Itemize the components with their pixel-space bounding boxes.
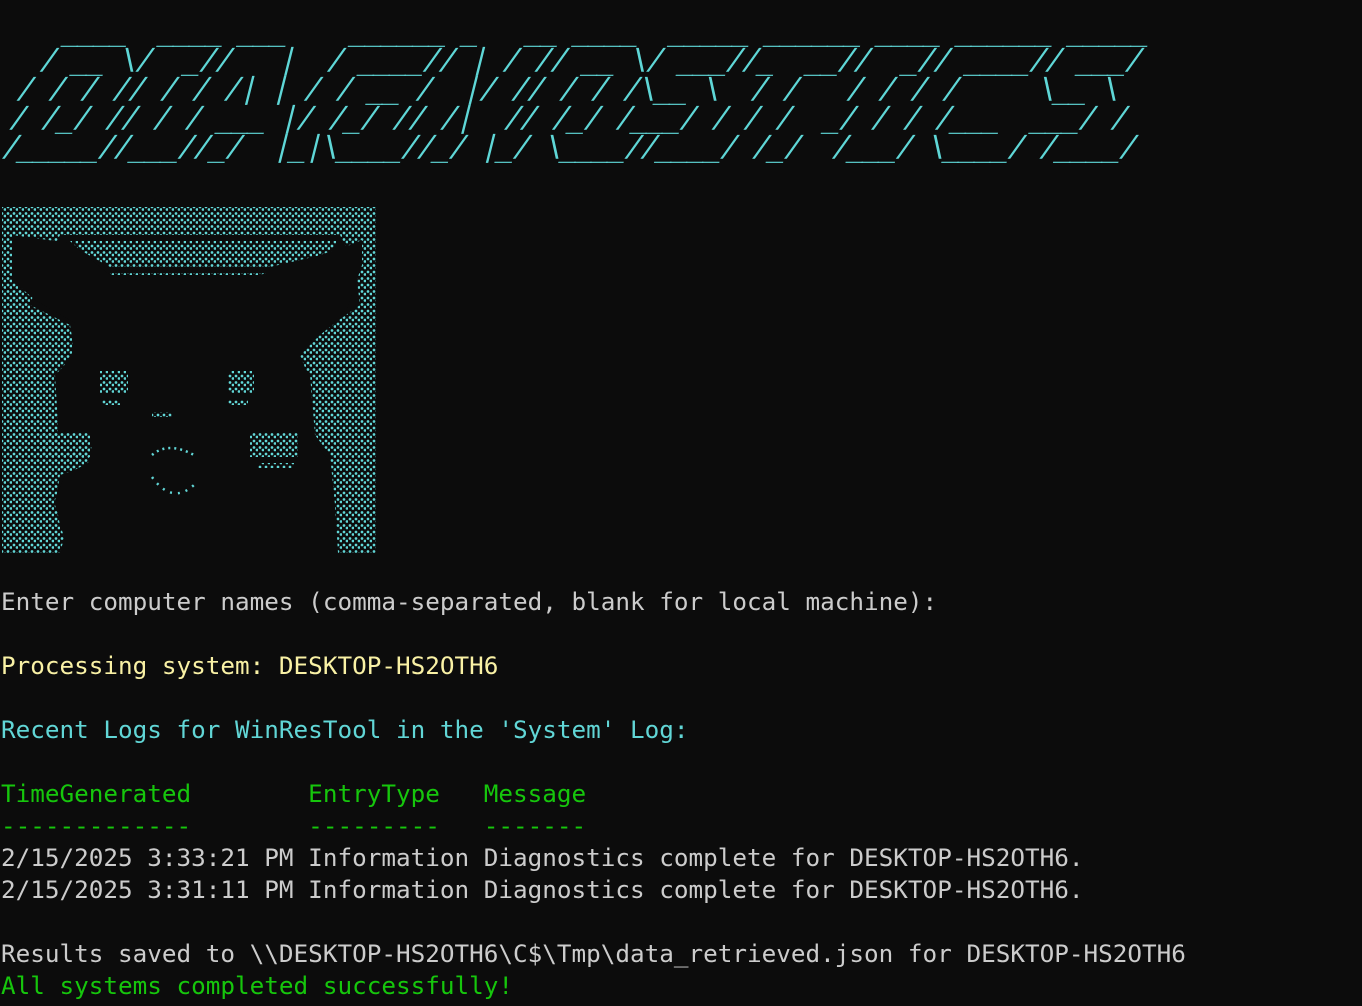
pikachu-braille-art — [2, 207, 376, 553]
log-table-row: 2/15/2025 3:33:21 PM Information Diagnos… — [1, 843, 1084, 872]
recent-logs-heading: Recent Logs for WinResTool in the 'Syste… — [1, 715, 689, 744]
log-table-separator: ------------- --------- ------- — [1, 811, 587, 840]
results-saved-line: Results saved to \\DESKTOP-HS2OTH6\C$\Tm… — [1, 939, 1186, 968]
diagnostics-ascii-banner: ____ ____ ___ ______ _ __ ____ _____ ___… — [0, 13, 1155, 163]
log-table-row: 2/15/2025 3:31:11 PM Information Diagnos… — [1, 875, 1084, 904]
computer-names-prompt: Enter computer names (comma-separated, b… — [1, 587, 938, 616]
processing-system-line: Processing system: DESKTOP-HS2OTH6 — [1, 651, 499, 680]
completion-message: All systems completed successfully! — [1, 971, 513, 1000]
terminal-window[interactable]: ____ ____ ___ ______ _ __ ____ _____ ___… — [0, 0, 1362, 1006]
log-table-header: TimeGenerated EntryType Message — [1, 779, 587, 808]
